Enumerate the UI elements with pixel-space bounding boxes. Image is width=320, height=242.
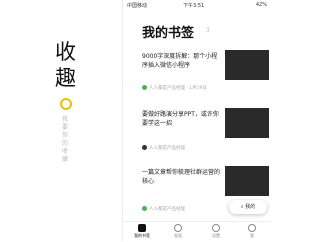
card-source-text: 人人都是产品经理 bbox=[149, 207, 185, 212]
card-title: 9000字深度拆解：那个小程序插入微信小程序 bbox=[142, 53, 218, 69]
tab-label: 我的书签 bbox=[134, 233, 150, 238]
tab-label: 设置 bbox=[212, 233, 220, 238]
bookmark-icon bbox=[138, 224, 146, 232]
tab-label: 发现 bbox=[174, 233, 182, 238]
carrier-label: 中国移动 bbox=[127, 3, 148, 9]
tab-me[interactable]: 我 bbox=[237, 224, 267, 239]
card-thumbnail bbox=[225, 166, 269, 196]
user-icon bbox=[248, 224, 256, 232]
card-title: 一篇文章帮你梳理社群运营的核心 bbox=[142, 169, 221, 185]
phone-screen: 中国移动 下午3:51 42% 我的书签 3 9000字深度拆解：那个小程序插入… bbox=[123, 0, 271, 242]
card-thumbnail bbox=[225, 50, 269, 80]
card-title: 要做好路演分享PPT，或许你要学这一招 bbox=[142, 111, 219, 127]
status-bar: 中国移动 下午3:51 42% bbox=[123, 0, 271, 10]
tab-settings[interactable]: 设置 bbox=[201, 224, 231, 239]
tab-label: 我 bbox=[250, 233, 254, 238]
source-icon bbox=[142, 85, 147, 90]
source-icon bbox=[142, 145, 147, 150]
fab-label: 我的 bbox=[245, 204, 256, 210]
card-source: 人人都是产品经理 bbox=[142, 145, 222, 151]
card-source: 人人都是产品经理 bbox=[142, 206, 222, 212]
card-source-text: 人人都是产品经理 bbox=[149, 146, 185, 151]
tab-bookmarks[interactable]: 我的书签 bbox=[127, 224, 157, 239]
battery-label: 42% bbox=[255, 2, 267, 8]
card-source: 人人都是产品经理 · 1月19日 bbox=[142, 85, 222, 91]
circle-icon bbox=[60, 98, 72, 110]
tab-bar: 我的书签 发现 设置 我 bbox=[123, 221, 271, 242]
brand-panel: 收 趣 我要你的收藏 bbox=[0, 0, 122, 241]
tab-discover[interactable]: 发现 bbox=[163, 224, 193, 239]
eye-icon bbox=[212, 224, 220, 232]
source-icon bbox=[142, 206, 147, 211]
bookmark-count: 3 bbox=[206, 27, 210, 34]
card-source-text: 人人都是产品经理 · 1月19日 bbox=[149, 86, 207, 91]
clock-label: 下午3:51 bbox=[183, 3, 205, 9]
bookmark-card-1[interactable]: 9000字深度拆解：那个小程序插入微信小程序 人人都是产品经理 · 1月19日 bbox=[142, 50, 269, 92]
card-thumbnail bbox=[225, 108, 269, 138]
compass-icon bbox=[174, 224, 182, 232]
floating-search-button[interactable]: ⌕ 我的 bbox=[229, 200, 267, 214]
page-title: 我的书签 bbox=[142, 26, 195, 41]
vertical-tagline: 我要你的收藏 bbox=[62, 116, 69, 163]
bookmark-card-2[interactable]: 要做好路演分享PPT，或许你要学这一招 人人都是产品经理 bbox=[142, 108, 269, 152]
brand-title-line2: 趣 bbox=[55, 66, 76, 90]
